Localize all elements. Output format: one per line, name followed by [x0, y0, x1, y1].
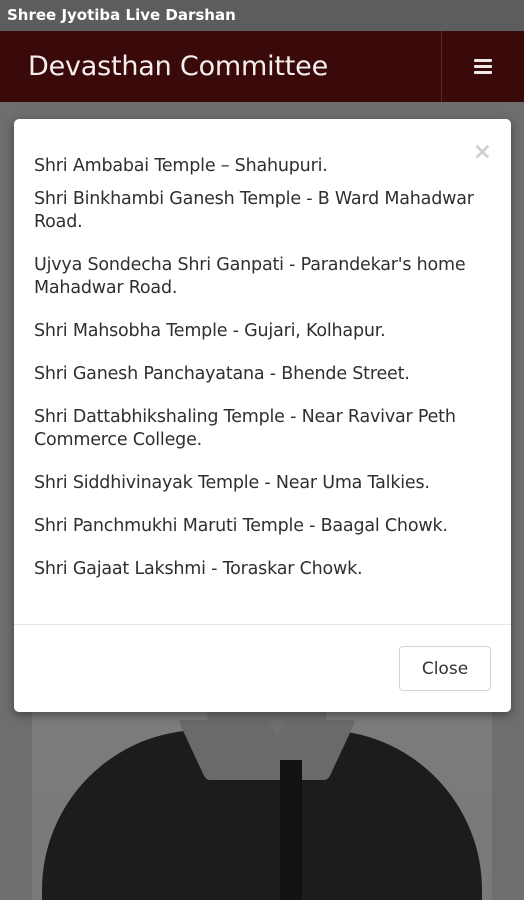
hamburger-menu-icon [474, 59, 492, 74]
list-item: Shri Binkhambi Ganesh Temple - B Ward Ma… [34, 189, 474, 232]
list-item: Shri Ambabai Temple – Shahupuri. [34, 156, 328, 176]
status-app-name: Shree Jyotiba Live Darshan [7, 6, 236, 24]
status-bar: Shree Jyotiba Live Darshan [0, 0, 524, 31]
list-item: Shri Ganesh Panchayatana - Bhende Street… [34, 364, 410, 384]
app-header: Devasthan Committee [0, 31, 524, 102]
list-item: Shri Siddhivinayak Temple - Near Uma Tal… [34, 473, 430, 493]
temple-list-dialog: × Shri Ambabai Temple – Shahupuri. Shri … [14, 119, 511, 712]
dialog-footer: Close [14, 624, 511, 712]
close-button[interactable]: Close [399, 646, 491, 691]
list-item: Shri Gajaat Lakshmi - Toraskar Chowk. [34, 559, 363, 579]
dialog-body: Shri Ambabai Temple – Shahupuri. Shri Bi… [14, 119, 511, 581]
menu-button[interactable] [441, 31, 524, 102]
close-icon[interactable]: × [473, 141, 492, 164]
list-item: Ujvya Sondecha Shri Ganpati - Parandekar… [34, 255, 466, 298]
list-item: Shri Mahsobha Temple - Gujari, Kolhapur. [34, 321, 386, 341]
list-item: Shri Dattabhikshaling Temple - Near Ravi… [34, 407, 456, 450]
profile-photo [32, 700, 492, 900]
list-item: Shri Panchmukhi Maruti Temple - Baagal C… [34, 516, 448, 536]
page-title: Devasthan Committee [28, 51, 329, 82]
